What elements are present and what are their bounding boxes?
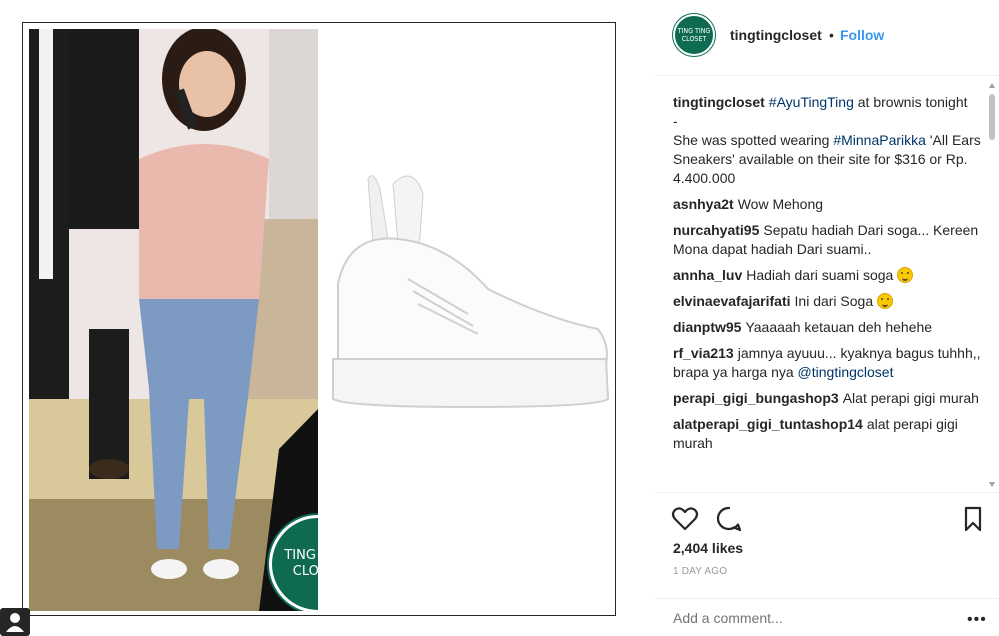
- caption-text: at brownis tonight: [853, 94, 968, 110]
- comment-username[interactable]: annha_luv: [673, 267, 742, 283]
- singer-photo: TING TING CLOSET: [29, 29, 318, 611]
- list-item: rf_via213 jamnya ayuuu... kyaknya bagus t…: [673, 344, 983, 382]
- sneaker-photo: [318, 29, 610, 611]
- list-item: asnhya2t Wow Mehong: [673, 195, 983, 214]
- list-item: alatperapi_gigi_tuntashop14 alat perapi g…: [673, 415, 983, 453]
- comment-username[interactable]: rf_via213: [673, 345, 734, 361]
- comment-username[interactable]: nurcahyati95: [673, 222, 759, 238]
- header-username[interactable]: tingtingcloset: [730, 27, 822, 43]
- list-item: annha_luv Hadiah dari suami soga: [673, 266, 983, 285]
- mention-link[interactable]: @tingtingcloset: [798, 364, 894, 380]
- action-bar: [655, 492, 999, 540]
- smiling-emoji-icon: [877, 293, 894, 309]
- caption-dash: -: [673, 113, 678, 129]
- hashtag-ayutingting[interactable]: #AyuTingTing: [769, 94, 854, 110]
- comments-scrollbar[interactable]: [988, 80, 996, 490]
- comment-text: Yaaaaah ketauan deh hehehe: [745, 319, 933, 335]
- comment-username[interactable]: perapi_gigi_bungashop3: [673, 390, 839, 406]
- comment-icon[interactable]: [715, 505, 743, 533]
- add-comment-input[interactable]: [673, 610, 943, 626]
- avatar-text: TING TING CLOSET: [677, 27, 711, 43]
- post-panel: TING TING CLOSET tingtingcloset • Follow…: [655, 0, 999, 636]
- post-image[interactable]: TING TING CLOSET: [22, 22, 616, 616]
- list-item: perapi_gigi_bungashop3 Alat perapi gigi m…: [673, 389, 983, 408]
- list-item: nurcahyati95 Sepatu hadiah Dari soga... K…: [673, 221, 983, 259]
- comment-username[interactable]: asnhya2t: [673, 196, 734, 212]
- watermark-text: TING TING CLOSET: [284, 548, 318, 579]
- more-options-icon[interactable]: •••: [967, 611, 987, 629]
- comments-list[interactable]: tingtingcloset #AyuTingTing at brownis to…: [673, 93, 983, 491]
- comment-username[interactable]: dianptw95: [673, 319, 741, 335]
- add-comment-bar: •••: [655, 598, 999, 636]
- hashtag-minnaparikka[interactable]: #MinnaParikka: [833, 132, 926, 148]
- comment-username[interactable]: elvinaevafajarifati: [673, 293, 791, 309]
- list-item: elvinaevafajarifati Ini dari Soga: [673, 292, 983, 311]
- caption-username[interactable]: tingtingcloset: [673, 94, 765, 110]
- comment-username[interactable]: alatperapi_gigi_tuntashop14: [673, 416, 863, 432]
- comment-text: Ini dari Soga: [794, 293, 874, 309]
- comment-text: Wow Mehong: [737, 196, 824, 212]
- timestamp[interactable]: 1 DAY AGO: [673, 566, 727, 577]
- caption-text: She was spotted wearing: [673, 132, 834, 148]
- person-icon[interactable]: [0, 608, 30, 636]
- heart-icon[interactable]: [671, 505, 699, 533]
- follow-button[interactable]: Follow: [840, 27, 884, 43]
- comment-text: Hadiah dari suami soga: [746, 267, 894, 283]
- caption: tingtingcloset #AyuTingTing at brownis to…: [673, 93, 983, 188]
- bookmark-icon[interactable]: [959, 505, 987, 533]
- post-header: TING TING CLOSET tingtingcloset • Follow: [655, 0, 999, 76]
- likes-count[interactable]: 2,404 likes: [673, 540, 743, 556]
- scrollbar-thumb[interactable]: [989, 94, 995, 140]
- avatar[interactable]: TING TING CLOSET: [673, 14, 715, 56]
- comment-text: Alat perapi gigi murah: [842, 390, 979, 406]
- list-item: dianptw95 Yaaaaah ketauan deh hehehe: [673, 318, 983, 337]
- smiling-emoji-icon: [897, 267, 914, 283]
- header-separator: •: [829, 27, 834, 43]
